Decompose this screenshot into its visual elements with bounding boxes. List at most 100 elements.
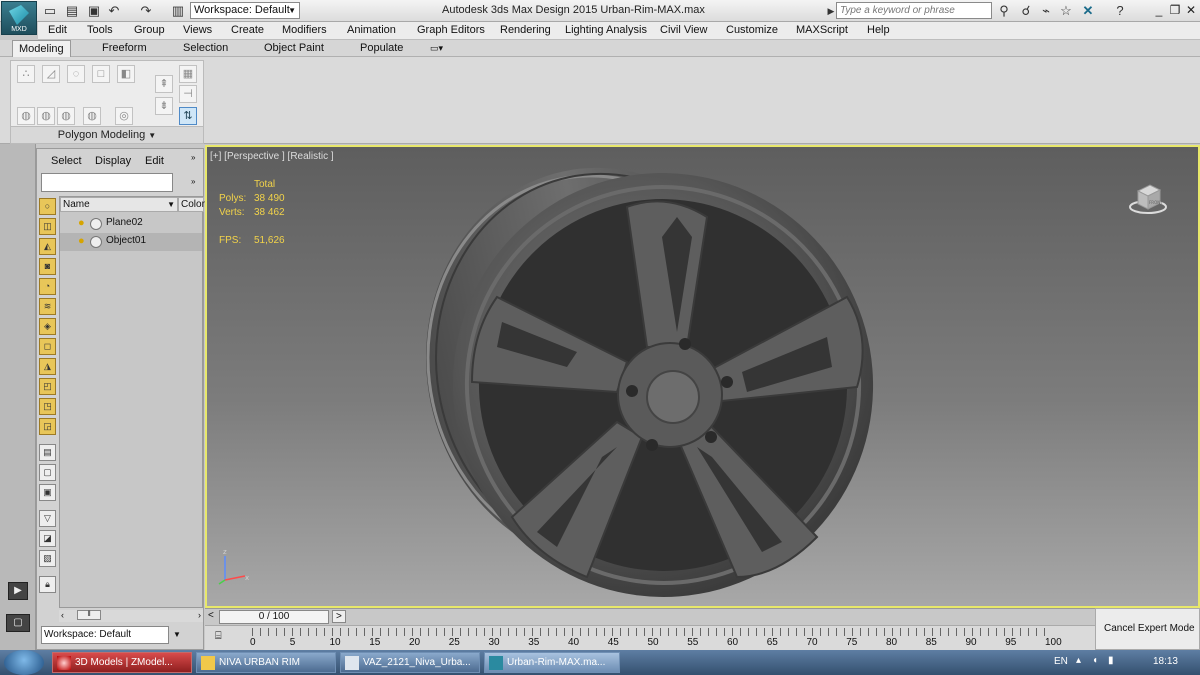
light-bulb-icon[interactable]: ● — [78, 235, 85, 247]
favorites-star-icon[interactable]: ☆ — [1058, 3, 1074, 19]
open-folder-icon[interactable]: ▤ — [64, 3, 80, 19]
quickslice-icon[interactable]: ◍ — [83, 107, 101, 125]
volume-icon[interactable]: ◖ — [1092, 655, 1098, 666]
menu-create[interactable]: Create — [231, 24, 264, 36]
show-end-result-icon[interactable]: ▦ — [179, 65, 197, 83]
filter-icon[interactable]: ▽ — [39, 510, 56, 527]
task-image[interactable]: VAZ_2121_Niva_Urba... — [340, 652, 480, 673]
explorer-menu-select[interactable]: Select — [51, 155, 82, 167]
menu-help[interactable]: Help — [867, 24, 890, 36]
scroll-left-icon[interactable]: ‹ — [61, 610, 64, 620]
display-none-icon[interactable]: ○ — [39, 198, 56, 215]
display-groups-icon[interactable]: ◮ — [39, 358, 56, 375]
menu-graph-editors[interactable]: Graph Editors — [417, 24, 485, 36]
workspace-dropdown[interactable]: Workspace: Default ▼ — [190, 2, 300, 19]
display-particles-icon[interactable]: ▣ — [39, 484, 56, 501]
display-helpers-icon[interactable]: ◈ — [39, 318, 56, 335]
freeze-toggle-icon[interactable] — [90, 236, 102, 248]
help-icon[interactable]: ? — [1112, 3, 1128, 19]
network-icon[interactable]: ▮ — [1108, 655, 1114, 666]
display-lights-icon[interactable]: ◔ — [39, 278, 56, 295]
prev-frame-icon[interactable]: < — [208, 610, 214, 621]
language-indicator[interactable]: EN — [1054, 656, 1068, 667]
explorer-horizontal-scrollbar[interactable]: ‹ ⦀ › — [59, 610, 203, 622]
menu-customize[interactable]: Customize — [726, 24, 778, 36]
repeat-icon[interactable]: ◍ — [57, 107, 75, 125]
display-shapes-icon[interactable]: ◙ — [39, 258, 56, 275]
maximize-viewport-icon[interactable]: ▢ — [6, 614, 30, 632]
tab-modeling[interactable]: Modeling — [12, 40, 71, 57]
undo-icon[interactable]: ↶ — [106, 3, 122, 19]
column-header-color[interactable]: Color — [178, 197, 205, 212]
cancel-expert-mode-button[interactable]: Cancel Expert Mode — [1104, 623, 1195, 634]
tray-expand-icon[interactable]: ▴ — [1076, 655, 1081, 666]
display-xrefs-icon[interactable]: ◰ — [39, 378, 56, 395]
display-bones-icon[interactable]: ◳ — [39, 398, 56, 415]
display-frozen-icon[interactable]: ▤ — [39, 444, 56, 461]
scroll-thumb[interactable]: ⦀ — [77, 610, 101, 620]
freeze-toggle-icon[interactable] — [90, 218, 102, 230]
ribbon-options-icon[interactable]: ▭▾ — [424, 40, 449, 57]
curve-editor-icon[interactable]: ⌸ — [215, 630, 222, 643]
vertex-icon[interactable]: ∴ — [17, 65, 35, 83]
save-icon[interactable]: ▣ — [86, 3, 102, 19]
wheel-rim-model[interactable] — [207, 147, 1198, 606]
menu-animation[interactable]: Animation — [347, 24, 396, 36]
time-slider[interactable]: 0 / 100 — [219, 610, 329, 624]
subscription-icon[interactable]: ☌ — [1018, 3, 1034, 19]
edge-icon[interactable]: ◿ — [42, 65, 60, 83]
modify-mode-icon[interactable]: ◍ — [17, 107, 35, 125]
display-containers-icon[interactable]: ◲ — [39, 418, 56, 435]
menu-maxscript[interactable]: MAXScript — [796, 24, 848, 36]
tab-object-paint[interactable]: Object Paint — [258, 40, 330, 57]
display-hidden-icon[interactable]: ▢ — [39, 464, 56, 481]
windows-start-button[interactable] — [4, 650, 44, 675]
chevron-down-icon[interactable]: ▼ — [173, 630, 181, 639]
polygon-icon[interactable]: □ — [92, 65, 110, 83]
project-folder-icon[interactable]: ▥ — [170, 3, 186, 19]
filter-options-icon[interactable]: ◪ — [39, 530, 56, 547]
table-row[interactable]: ● Plane02 — [60, 215, 202, 233]
group-label[interactable]: Polygon Modeling ▼ — [11, 126, 203, 143]
menu-group[interactable]: Group — [134, 24, 165, 36]
column-header-name[interactable]: Name ▼ — [60, 197, 178, 212]
task-zmodeler[interactable]: 3D Models | ZModel... — [52, 652, 192, 673]
perspective-viewport[interactable]: [+] [Perspective ] [Realistic ] Total Po… — [205, 145, 1200, 608]
application-menu-button[interactable]: MXD — [1, 1, 37, 35]
communication-icon[interactable]: ⌁ — [1038, 3, 1054, 19]
display-cameras-icon[interactable]: ≋ — [39, 298, 56, 315]
menu-civil-view[interactable]: Civil View — [660, 24, 707, 36]
explorer-menu-edit[interactable]: Edit — [145, 155, 164, 167]
collapse-stack-icon[interactable]: ◎ — [115, 107, 133, 125]
search-input[interactable]: Type a keyword or phrase — [836, 2, 992, 19]
binoculars-icon[interactable]: ⚲ — [996, 3, 1012, 19]
explorer-expand-icon[interactable]: » — [191, 153, 195, 162]
close-button[interactable]: ✕ — [1182, 2, 1200, 19]
new-file-icon[interactable]: ▭ — [42, 3, 58, 19]
task-3dsmax[interactable]: Urban-Rim-MAX.ma... — [484, 652, 620, 673]
menu-edit[interactable]: Edit — [48, 24, 67, 36]
tab-populate[interactable]: Populate — [354, 40, 409, 57]
use-soft-selection-icon[interactable]: ⇅ — [179, 107, 197, 125]
menu-rendering[interactable]: Rendering — [500, 24, 551, 36]
display-geometry-icon[interactable]: ◭ — [39, 238, 56, 255]
expand-panel-button[interactable]: ▶ — [8, 582, 28, 600]
display-spacewarps-icon[interactable]: ◻ — [39, 338, 56, 355]
explorer-search-input[interactable] — [41, 173, 173, 192]
lock-icon[interactable]: 🔒︎ — [39, 576, 56, 593]
task-folder[interactable]: NIVA URBAN RIM — [196, 652, 336, 673]
pin-stack-icon[interactable]: ⊣ — [179, 85, 197, 103]
menu-views[interactable]: Views — [183, 24, 212, 36]
explorer-workspace-dropdown[interactable]: Workspace: Default — [41, 626, 169, 644]
explorer-menu-display[interactable]: Display — [95, 155, 131, 167]
light-bulb-icon[interactable]: ● — [78, 217, 85, 229]
find-icon[interactable]: ▧ — [39, 550, 56, 567]
tab-freeform[interactable]: Freeform — [96, 40, 153, 57]
frame-ruler[interactable] — [252, 628, 1052, 636]
tab-selection[interactable]: Selection — [177, 40, 234, 57]
preserve-uvs-icon[interactable]: ◍ — [37, 107, 55, 125]
menu-modifiers[interactable]: Modifiers — [282, 24, 327, 36]
move-up-icon[interactable]: ⇞ — [155, 75, 173, 93]
explorer-options-icon[interactable]: » — [191, 177, 195, 186]
display-all-icon[interactable]: ◫ — [39, 218, 56, 235]
